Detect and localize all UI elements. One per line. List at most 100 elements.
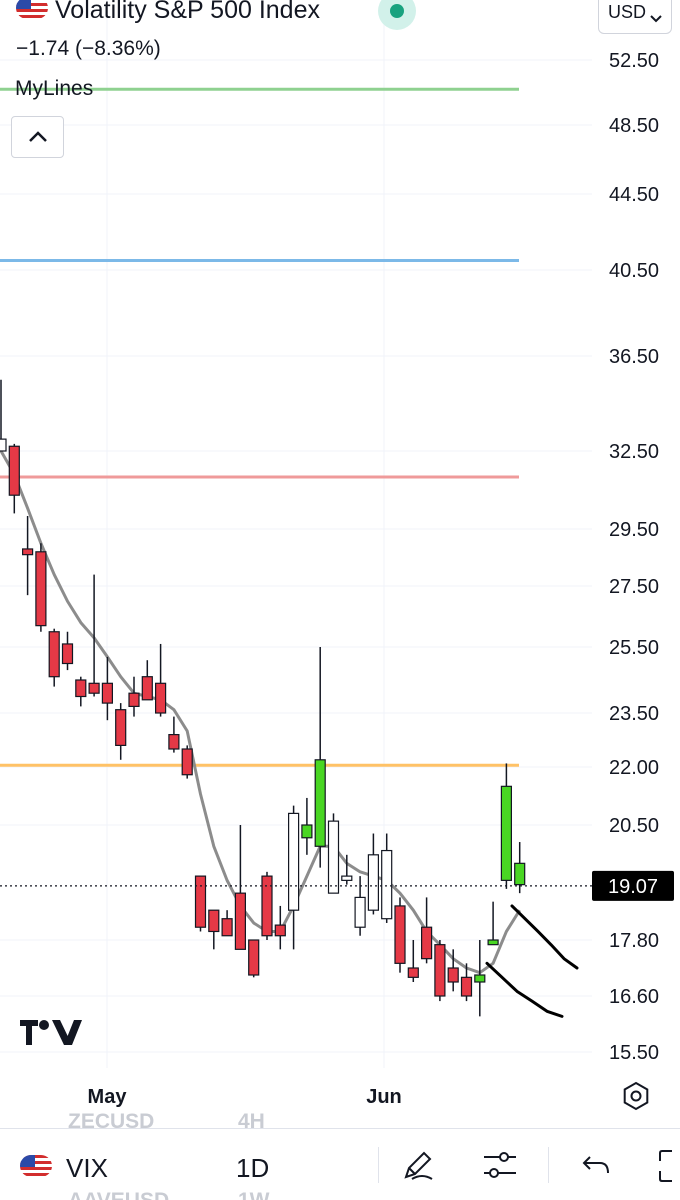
candle — [0, 379, 7, 452]
price-axis-label: 23.50 — [609, 703, 659, 725]
candle-body — [354, 896, 366, 928]
indicator-legend-mylines[interactable]: MyLines — [15, 77, 93, 101]
fullscreen-icon[interactable] — [656, 1147, 680, 1183]
price-chart[interactable]: 52.50 48.50 44.50 40.50 36.50 32.50 29.50 27.50… — [0, 0, 680, 1128]
time-axis-label: Jun — [366, 1086, 402, 1108]
candle-body — [367, 854, 379, 911]
price-axis-label: 44.50 — [609, 184, 659, 206]
candle-body — [487, 939, 499, 946]
candle — [221, 910, 233, 937]
sliders-icon[interactable] — [482, 1147, 518, 1183]
chevron-up-icon — [28, 131, 47, 142]
candle-body — [101, 682, 114, 704]
candle — [8, 443, 20, 514]
candle — [48, 628, 60, 687]
candle — [314, 647, 326, 868]
candle-body — [248, 939, 260, 976]
candle-body — [8, 445, 20, 496]
candle — [155, 643, 167, 717]
chevron-down-icon — [650, 15, 662, 23]
candle — [181, 745, 193, 779]
candle — [367, 833, 379, 915]
candle-body — [75, 679, 87, 698]
tradingview-logo — [20, 1020, 82, 1045]
price-axis-label: 25.50 — [609, 637, 659, 659]
candle — [434, 940, 446, 1002]
ghost-interval-row-2: 1W — [238, 1189, 270, 1200]
candle — [474, 940, 486, 1017]
candle-body — [61, 643, 74, 665]
currency-selector[interactable]: USD — [598, 0, 672, 34]
candle — [354, 876, 366, 936]
currency-label: USD — [607, 2, 646, 22]
toolbar-divider — [378, 1147, 379, 1183]
candle — [22, 516, 34, 596]
undo-icon[interactable] — [580, 1147, 612, 1183]
symbol-title[interactable]: Volatility S&P 500 Index — [55, 0, 320, 25]
candle-body — [500, 785, 512, 881]
candle-body — [407, 967, 419, 978]
candle — [234, 825, 246, 950]
candle — [394, 897, 406, 973]
candle-body — [474, 974, 486, 983]
price-axis-label: 36.50 — [609, 346, 659, 368]
projection-line — [485, 961, 564, 1018]
candle-body — [381, 849, 393, 920]
price-axis-label: 27.50 — [609, 576, 659, 598]
candle — [168, 716, 180, 753]
candle — [421, 897, 433, 964]
horizontal-lines — [0, 87, 519, 767]
us-flag-icon — [16, 0, 48, 19]
settings-gear-icon[interactable] — [623, 1081, 649, 1111]
candle — [35, 543, 47, 632]
price-axis-label: 22.00 — [609, 757, 659, 779]
candle — [61, 631, 74, 671]
candle — [115, 703, 127, 760]
candle-body — [421, 926, 433, 960]
candle-body — [301, 824, 313, 839]
candle-body — [314, 759, 326, 847]
chart-app: 52.50 48.50 44.50 40.50 36.50 32.50 29.50 27.50… — [0, 0, 680, 1200]
candle — [261, 871, 273, 940]
candles — [0, 379, 526, 1017]
candle-body — [514, 862, 526, 886]
candle-body — [274, 924, 286, 937]
price-axis-label: 17.80 — [609, 930, 659, 952]
price-axis-label: 48.50 — [609, 115, 659, 137]
candle-body — [22, 548, 34, 556]
candle — [101, 656, 114, 721]
candle-body — [48, 631, 60, 678]
collapse-legend-button[interactable] — [11, 116, 64, 158]
candle-body — [168, 733, 180, 750]
candle-body — [341, 875, 353, 881]
candle — [288, 805, 300, 950]
last-price-label: 19.07 — [608, 876, 658, 898]
price-axis-label: 15.50 — [609, 1042, 659, 1064]
candle-body — [181, 748, 193, 776]
candle-body — [155, 682, 167, 714]
candle — [248, 939, 260, 978]
price-axis: 52.50 48.50 44.50 40.50 36.50 32.50 29.50 27.50… — [609, 50, 659, 1064]
candle — [500, 763, 512, 889]
candle-body — [35, 551, 47, 627]
pencil-icon[interactable] — [400, 1147, 436, 1183]
candle-body — [128, 692, 140, 708]
symbol-search-button[interactable]: VIX — [66, 1153, 108, 1184]
candle-body — [460, 976, 473, 997]
candle-body — [447, 967, 459, 983]
candle-body — [261, 875, 273, 937]
candle-body — [221, 918, 233, 937]
candle-body — [288, 812, 300, 911]
candle-body — [141, 676, 153, 701]
price-axis-label: 16.60 — [609, 986, 659, 1008]
price-axis-label: 32.50 — [609, 441, 659, 463]
projection-line — [510, 904, 579, 970]
candle-body — [88, 682, 100, 694]
time-axis: May Jun — [88, 1086, 402, 1108]
candle — [487, 901, 499, 946]
interval-button[interactable]: 1D — [236, 1153, 269, 1184]
price-axis-label: 52.50 — [609, 50, 659, 72]
candle — [128, 676, 140, 717]
price-axis-label: 20.50 — [609, 815, 659, 837]
candle — [301, 797, 313, 855]
